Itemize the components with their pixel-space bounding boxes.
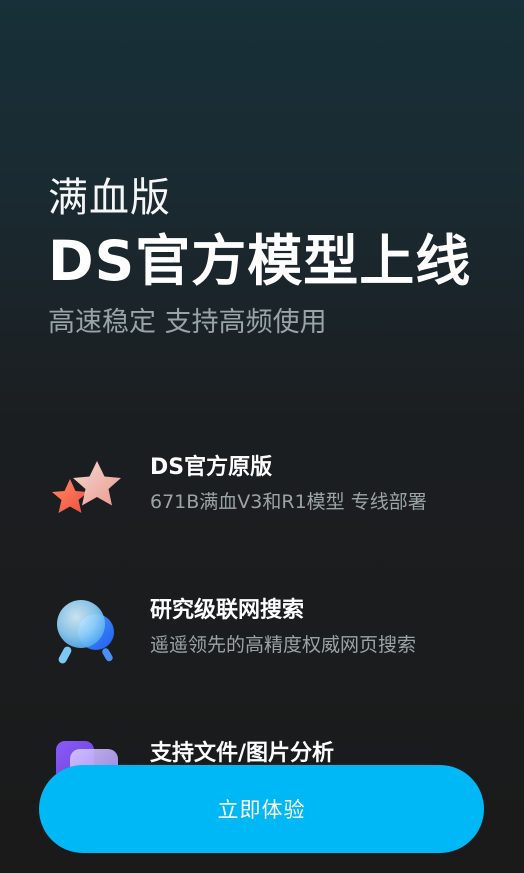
hero-subtitle: 高速稳定 支持高频使用 [48, 307, 327, 338]
try-now-button[interactable]: 立即体验 [39, 765, 484, 853]
feature-description: 671B满血V3和R1模型 专线部署 [150, 491, 427, 513]
feature-title: DS官方原版 [150, 455, 273, 480]
feature-item-official-model: DS官方原版 671B满血V3和R1模型 专线部署 [48, 453, 508, 533]
feature-title: 研究级联网搜索 [150, 598, 305, 623]
feature-description: 遥遥领先的高精度权威网页搜索 [150, 634, 417, 656]
stars-icon [48, 453, 128, 533]
try-now-button-label: 立即体验 [217, 798, 306, 822]
feature-item-web-search: 研究级联网搜索 遥遥领先的高精度权威网页搜索 [48, 596, 508, 676]
hero-title: DS官方模型上线 [48, 229, 472, 293]
search-magnifier-icon [48, 596, 128, 676]
hero-kicker: 满血版 [48, 175, 171, 221]
hero-section: 满血版 DS官方模型上线 高速稳定 支持高频使用 [48, 172, 504, 342]
